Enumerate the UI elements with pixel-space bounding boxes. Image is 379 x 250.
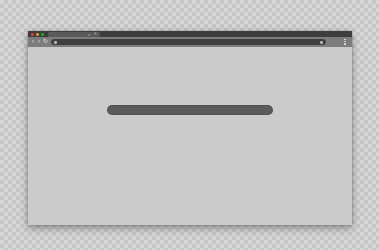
browser-window: × + ‹ › ↻ — [28, 31, 352, 225]
maximize-window-button[interactable] — [41, 32, 44, 36]
minimize-window-button[interactable] — [36, 32, 39, 36]
toolbar: ‹ › ↻ — [28, 37, 352, 47]
forward-icon[interactable]: › — [38, 38, 40, 46]
reload-icon[interactable]: ↻ — [43, 38, 48, 46]
page-content — [28, 47, 352, 225]
close-window-button[interactable] — [31, 32, 34, 36]
menu-icon[interactable] — [344, 38, 347, 46]
address-bar[interactable] — [51, 39, 326, 45]
site-info-icon[interactable] — [54, 40, 57, 44]
placeholder-bar — [107, 105, 273, 115]
back-icon[interactable]: ‹ — [32, 38, 34, 46]
bookmark-icon[interactable] — [320, 40, 323, 44]
